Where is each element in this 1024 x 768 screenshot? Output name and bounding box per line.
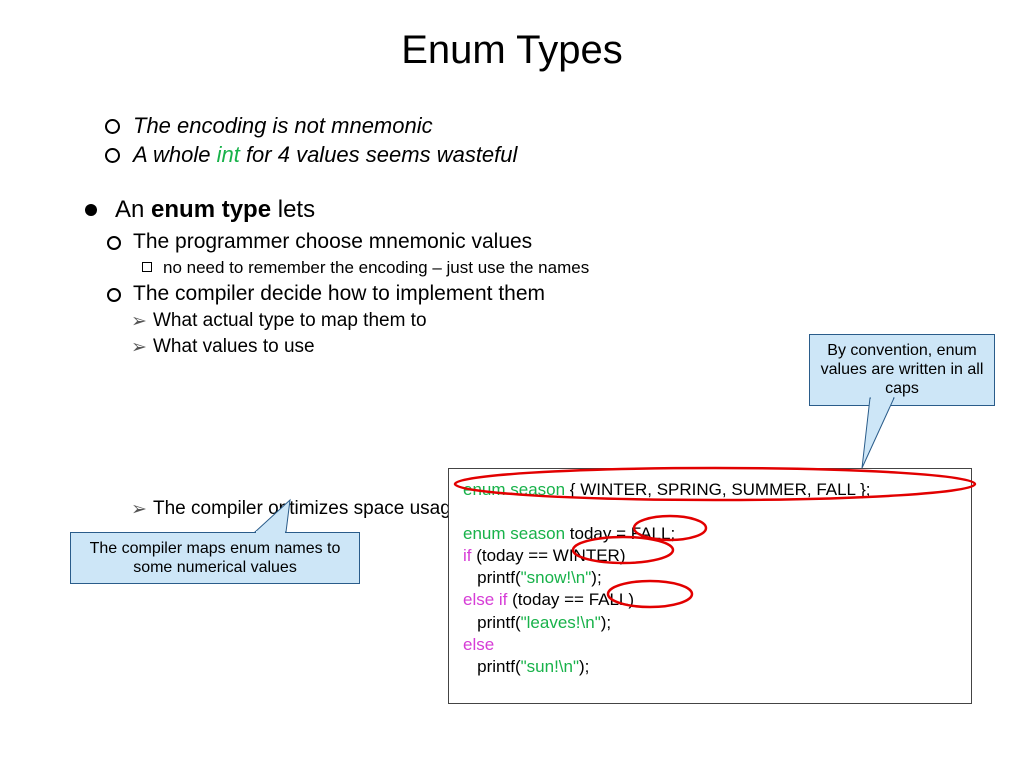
bullet-italic-2: A whole int for 4 values seems wasteful [95, 142, 984, 168]
code-kw: enum season [463, 524, 565, 543]
text-fragment: A whole [133, 142, 217, 167]
text-fragment: An [115, 196, 151, 223]
code-string: "leaves!\n" [521, 613, 601, 632]
keyword-int: int [217, 142, 240, 167]
code-text: printf( [463, 568, 521, 587]
sub-bullet-2: The compiler decide how to implement the… [95, 282, 984, 306]
code-box: enum season { WINTER, SPRING, SUMMER, FA… [448, 468, 972, 704]
code-text: ); [601, 613, 611, 632]
code-string: "sun!\n" [521, 657, 579, 676]
slide-title: Enum Types [0, 28, 1024, 73]
code-kw: enum season [463, 480, 565, 499]
code-string: "snow!\n" [521, 568, 592, 587]
sub-sub-bullet-1: no need to remember the encoding – just … [95, 258, 984, 278]
bullet-italic-1: The encoding is not mnemonic [95, 113, 984, 139]
code-text: { WINTER, SPRING, SUMMER, FALL }; [565, 480, 870, 499]
slide-body: The encoding is not mnemonic A whole int… [95, 113, 984, 520]
arrow-bullet-1: What actual type to map them to [95, 310, 984, 332]
code-text: printf( [463, 613, 521, 632]
code-kw-if: if [463, 546, 472, 565]
callout-compiler: The compiler maps enum names to some num… [70, 532, 360, 584]
slide: Enum Types The encoding is not mnemonic … [0, 28, 1024, 768]
code-text: ); [579, 657, 589, 676]
code-text: (today == FALL) [507, 590, 634, 609]
bullet-main: An enum type lets [85, 196, 984, 224]
text-fragment: lets [271, 196, 315, 223]
code-text: printf( [463, 657, 521, 676]
code-text: (today == WINTER) [472, 546, 626, 565]
code-kw-else: else [463, 635, 494, 654]
bold-term: enum type [151, 196, 271, 223]
callout-convention: By convention, enum values are written i… [809, 334, 995, 406]
text-fragment: for 4 values seems wasteful [240, 142, 518, 167]
code-text: ); [591, 568, 601, 587]
sub-bullet-1: The programmer choose mnemonic values [95, 230, 984, 254]
code-kw-elseif: else if [463, 590, 507, 609]
code-text: today = FALL; [565, 524, 675, 543]
